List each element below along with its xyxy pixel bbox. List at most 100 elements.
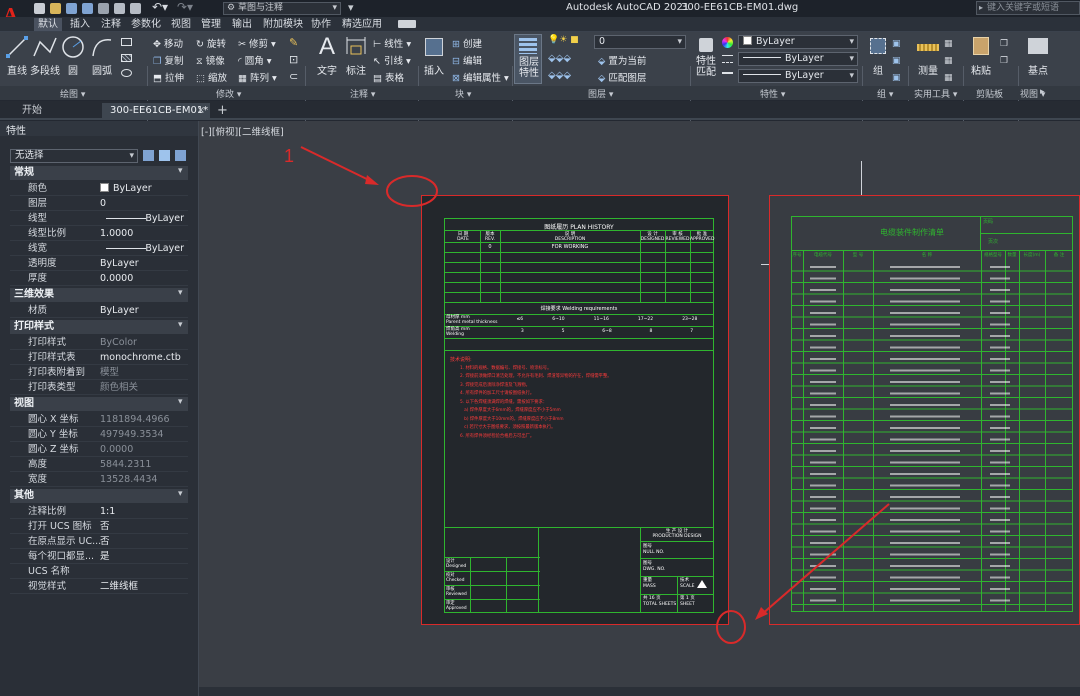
block-panel-label[interactable]: 块 ▾ xyxy=(455,87,471,100)
scale-button[interactable]: ⬚ 缩放 xyxy=(196,70,227,84)
create-block-button[interactable]: ⊞ 创建 xyxy=(452,36,482,50)
paste-tool[interactable]: 粘贴 xyxy=(968,34,994,77)
panel-options-icon[interactable]: ▸ xyxy=(1040,87,1045,97)
export-icon[interactable] xyxy=(130,3,141,14)
line-tool[interactable]: 直线 xyxy=(4,34,30,77)
property-row[interactable]: 线型比例 1.0000 xyxy=(10,226,188,241)
property-row[interactable]: 圆心 Y 坐标 497949.3534 xyxy=(10,427,188,442)
modify-panel-label[interactable]: 修改 ▾ xyxy=(216,87,241,100)
property-row[interactable]: 线型 ByLayer xyxy=(10,211,188,226)
layers-panel-label[interactable]: 图层 ▾ xyxy=(588,87,613,100)
color-dropdown[interactable]: ByLayer xyxy=(738,35,858,49)
property-row[interactable]: 打开 UCS 图标否 xyxy=(10,519,188,534)
open-file-icon[interactable] xyxy=(50,3,61,14)
property-row[interactable]: 高度 5844.2311 xyxy=(10,457,188,472)
property-row[interactable]: 每个视口都显... 是 xyxy=(10,549,188,564)
tab-drawing-file[interactable]: 300-EE61CB-EM01* × xyxy=(102,103,210,120)
property-row[interactable]: 打印样式 ByColor xyxy=(10,335,188,350)
property-row[interactable]: 圆心 Z 坐标 0.0000 xyxy=(10,442,188,457)
property-row[interactable]: UCS 名称 xyxy=(10,564,188,579)
property-row[interactable]: 透明度 ByLayer xyxy=(10,256,188,271)
make-current-button[interactable]: ⬙ 置为当前 xyxy=(598,53,646,67)
annotation-panel-label[interactable]: 注释 ▾ xyxy=(350,87,375,100)
layer-state-icons[interactable]: 💡☀ ■ xyxy=(548,35,579,45)
group-panel-label[interactable]: 组 ▾ xyxy=(877,87,893,100)
layer-dropdown[interactable]: 0 xyxy=(594,35,686,49)
property-category[interactable]: 三维效果 xyxy=(10,288,188,302)
cloud-icon[interactable] xyxy=(98,3,109,14)
property-row[interactable]: 线宽 ByLayer xyxy=(10,241,188,256)
tab-output[interactable]: 输出 xyxy=(232,18,252,31)
linetype-dropdown[interactable]: ByLayer xyxy=(738,52,858,66)
quick-access-more-icon[interactable]: ▾ xyxy=(348,1,354,14)
fillet-button[interactable]: ◜ 圆角 ▾ xyxy=(238,53,272,67)
arc-tool[interactable]: 圆弧 xyxy=(89,34,115,77)
new-tab-icon[interactable]: + xyxy=(217,103,228,118)
property-row[interactable]: 在原点显示 UC... 否 xyxy=(10,534,188,549)
layer-tool-icons-1[interactable]: ⬙⬙⬙ xyxy=(548,53,571,64)
properties-panel-label[interactable]: 特性 ▾ xyxy=(760,87,785,100)
lineweight-icon[interactable] xyxy=(722,72,733,80)
new-file-icon[interactable] xyxy=(34,3,45,14)
collapse-chevron-icon[interactable]: ▾ xyxy=(178,397,194,407)
erase-icon[interactable]: ✎ xyxy=(289,36,298,49)
rotate-button[interactable]: ↻ 旋转 xyxy=(196,36,226,50)
dimension-tool[interactable]: 标注 xyxy=(343,34,369,77)
plot-icon[interactable] xyxy=(114,3,125,14)
quick-select-icon[interactable] xyxy=(175,150,186,161)
ellipse-icon[interactable] xyxy=(121,69,132,77)
group-tools-icons[interactable]: ▣ ▣ ▣ xyxy=(892,36,901,87)
copy-button[interactable]: ❐ 复制 xyxy=(153,53,184,67)
polyline-tool[interactable]: 多段线 xyxy=(30,34,60,77)
tab-view[interactable]: 视图 xyxy=(171,18,191,31)
table-button[interactable]: ▤ 表格 xyxy=(373,70,404,84)
property-row[interactable]: 打印表附着到 模型 xyxy=(10,365,188,380)
tab-default[interactable]: 默认 xyxy=(34,18,62,31)
base-point-tool[interactable]: 基点 xyxy=(1024,34,1052,77)
move-button[interactable]: ✥ 移动 xyxy=(153,36,183,50)
redo-icon[interactable]: ↷▾ xyxy=(177,0,193,14)
clipboard-small-icons[interactable]: ❐ ❐ xyxy=(1000,36,1008,70)
property-category[interactable]: 打印样式 xyxy=(10,320,188,334)
match-properties-tool[interactable]: 特性 匹配 xyxy=(693,34,719,84)
property-row[interactable]: 颜色 ByLayer xyxy=(10,181,188,196)
tab-collaborate[interactable]: 协作 xyxy=(311,18,331,31)
tab-featured-apps[interactable]: 精选应用 xyxy=(342,18,382,31)
layer-properties-tool[interactable]: 图层 特性 xyxy=(514,34,542,84)
save-as-icon[interactable] xyxy=(82,3,93,14)
collapse-chevron-icon[interactable]: ▾ xyxy=(178,166,194,176)
group-tool[interactable]: 组 xyxy=(866,34,890,77)
undo-icon[interactable]: ↶▾ xyxy=(152,0,168,14)
color-wheel-icon[interactable] xyxy=(722,37,733,48)
property-row[interactable]: 打印表类型 颜色相关 xyxy=(10,380,188,395)
search-input[interactable]: ▸ 键入关键字或短语 xyxy=(976,1,1080,15)
explode-icon[interactable]: ⊡ xyxy=(289,53,298,66)
offset-icon[interactable]: ⊂ xyxy=(289,70,298,83)
utilities-panel-label[interactable]: 实用工具 ▾ xyxy=(914,87,957,100)
workspace-selector[interactable]: ⚙ 草图与注释 ▾ xyxy=(223,2,341,15)
property-row[interactable]: 圆心 X 坐标 1181894.4966 xyxy=(10,412,188,427)
property-category[interactable]: 其他 xyxy=(10,489,188,503)
property-row[interactable]: 注释比例 1:1 xyxy=(10,504,188,519)
text-tool[interactable]: A 文字 xyxy=(314,34,340,78)
edit-attributes-button[interactable]: ⊠ 编辑属性 ▾ xyxy=(452,70,509,84)
selection-dropdown[interactable]: 无选择 xyxy=(10,149,138,163)
clipboard-panel-label[interactable]: 剪贴板 xyxy=(976,87,1003,100)
tab-parametric[interactable]: 参数化 xyxy=(131,18,161,31)
drawing-canvas[interactable]: [-][俯视][二维线框] 图纸履历 PLAN HISTORY 日 期 DATE… xyxy=(199,121,1080,696)
property-row[interactable]: 图层 0 xyxy=(10,196,188,211)
stretch-button[interactable]: ⬒ 拉伸 xyxy=(153,70,184,84)
circle-tool[interactable]: 圆 xyxy=(60,34,86,77)
draw-panel-label[interactable]: 绘图 ▾ xyxy=(60,87,85,100)
property-row[interactable]: 视觉样式 二维线框 xyxy=(10,579,188,594)
tab-start[interactable]: 开始 xyxy=(10,103,100,119)
property-category[interactable]: 视图 xyxy=(10,397,188,411)
hatch-icon[interactable] xyxy=(121,54,132,62)
tab-insert[interactable]: 插入 xyxy=(70,18,90,31)
collapse-chevron-icon[interactable]: ▾ xyxy=(178,489,194,499)
rectangle-icon[interactable] xyxy=(121,38,132,46)
collapse-chevron-icon[interactable]: ▾ xyxy=(178,320,194,330)
property-row[interactable]: 打印样式表 monochrome.ctb xyxy=(10,350,188,365)
tab-addins[interactable]: 附加模块 xyxy=(263,18,303,31)
array-button[interactable]: ▦ 阵列 ▾ xyxy=(238,70,277,84)
